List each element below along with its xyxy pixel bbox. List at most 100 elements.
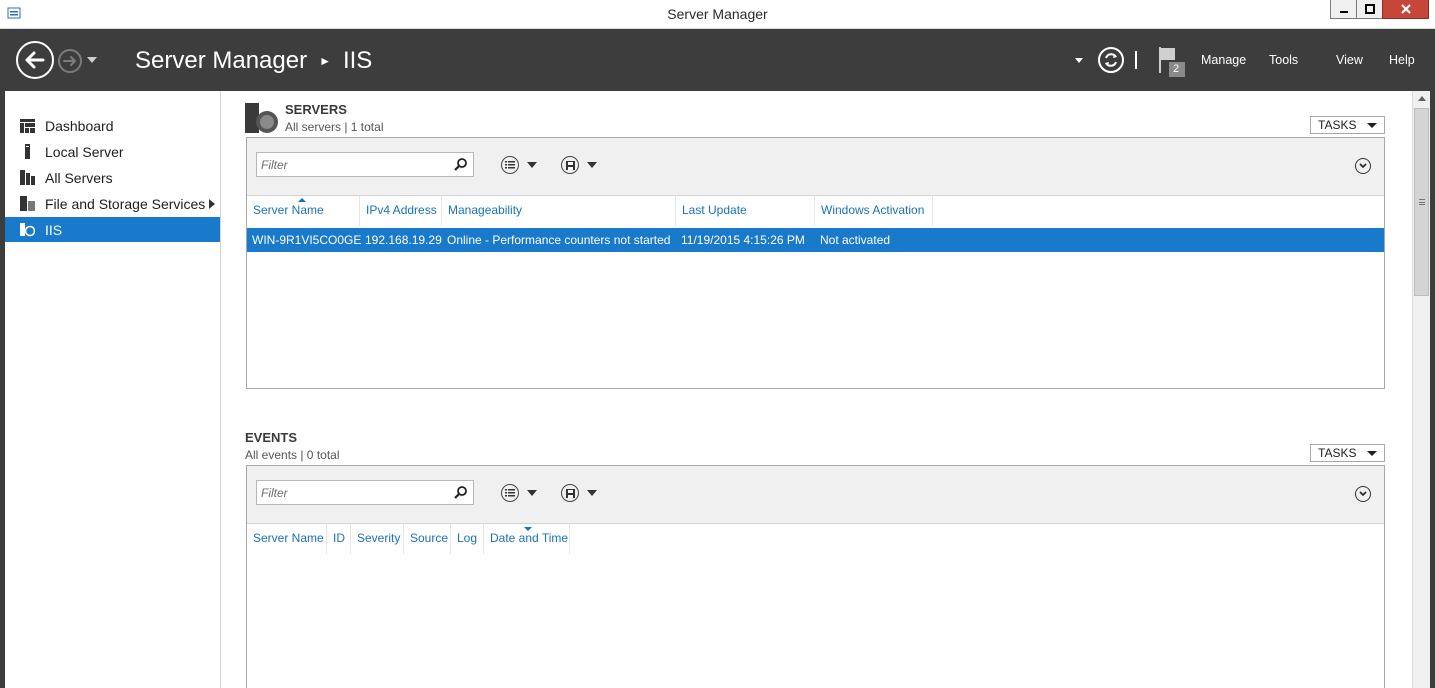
scroll-thumb[interactable] [1414,108,1429,296]
collapse-icon [1359,163,1367,169]
servers-toolbar [247,138,1384,196]
column-log[interactable]: Log [451,524,484,554]
dashboard-icon [20,118,35,133]
search-icon[interactable] [453,157,468,172]
column-id[interactable]: ID [327,524,351,554]
menu-manage[interactable]: Manage [1201,53,1246,67]
main-content: SERVERS All servers | 1 total TASKS Filt… [222,91,1412,688]
sidebar-item-local-server[interactable]: Local Server [5,139,220,164]
servers-filter-input[interactable] [257,153,447,176]
maximize-button[interactable] [1356,0,1383,19]
app-header: Server Manager ► IIS 2 Manage Tools View… [5,29,1430,91]
scroll-up-arrow-icon[interactable] [1418,96,1426,101]
column-severity[interactable]: Severity [351,524,404,554]
column-label: Last Update [682,203,747,217]
column-server-name[interactable]: Server Name [247,524,327,554]
window-titlebar: Server Manager [0,0,1435,29]
menu-view[interactable]: View [1336,53,1363,67]
window-border-right [1430,29,1435,688]
servers-list-options-button[interactable] [501,155,541,175]
column-label: Server Name [253,531,324,545]
servers-column-headers: Server Name IPv4 Address Manageability L… [247,196,1384,226]
collapse-icon [1359,491,1367,497]
column-label: Manageability [448,203,523,217]
tasks-label: TASKS [1318,446,1357,460]
local-server-icon [20,144,35,159]
servers-panel: Server Name IPv4 Address Manageability L… [246,137,1385,389]
back-arrow-icon [25,51,45,69]
grip-icon [1419,199,1425,205]
column-label: Windows Activation [821,203,925,217]
back-button[interactable] [16,41,54,79]
window-title: Server Manager [667,6,768,22]
servers-title: SERVERS [285,102,347,117]
servers-tasks-button[interactable]: TASKS [1310,116,1385,134]
events-panel: Server Name ID Severity Source Log Date … [246,465,1385,688]
chevron-down-icon [587,490,597,496]
column-last-update[interactable]: Last Update [676,196,815,226]
column-manageability[interactable]: Manageability [442,196,676,226]
save-query-icon [561,156,579,174]
notifications-button[interactable]: 2 [1157,45,1187,79]
column-label: IPv4 Address [366,203,437,217]
column-label: Source [410,531,449,545]
iis-icon [20,222,35,237]
events-collapse-button[interactable] [1355,486,1371,502]
events-tasks-button[interactable]: TASKS [1310,444,1385,462]
expand-arrow-icon[interactable] [209,199,215,209]
events-filter-input[interactable] [257,481,447,504]
vertical-scrollbar[interactable] [1412,91,1430,688]
forward-arrow-icon [63,56,76,66]
servers-section-icon [245,103,278,133]
events-list-options-button[interactable] [501,483,541,503]
servers-save-query-button[interactable] [561,155,601,175]
servers-filter [256,152,474,177]
breadcrumb: Server Manager ► IIS [135,47,372,75]
history-dropdown[interactable] [87,57,97,63]
all-servers-icon [20,170,35,185]
search-icon[interactable] [453,485,468,500]
menu-help[interactable]: Help [1389,53,1415,67]
column-date-time[interactable]: Date and Time [484,524,570,554]
menu-tools[interactable]: Tools [1269,53,1298,67]
refresh-dropdown[interactable] [1075,58,1083,63]
breadcrumb-root[interactable]: Server Manager [135,47,307,75]
events-filter [256,480,474,505]
sidebar-item-all-servers[interactable]: All Servers [5,165,220,190]
servers-collapse-button[interactable] [1355,158,1371,174]
column-label: Log [457,531,478,545]
chevron-down-icon [1367,451,1377,456]
sidebar-item-label: IIS [45,221,63,238]
events-title: EVENTS [245,430,298,445]
sidebar-item-iis[interactable]: IIS [5,217,220,242]
column-ipv4[interactable]: IPv4 Address [360,196,442,226]
maximize-icon [1364,4,1375,14]
list-options-icon [501,484,519,502]
column-label: Server Name [253,203,324,217]
events-save-query-button[interactable] [561,483,601,503]
list-options-icon [501,156,519,174]
tasks-label: TASKS [1318,118,1357,132]
chevron-down-icon [527,490,537,496]
events-subtitle: All events | 0 total [245,448,340,462]
sidebar-item-dashboard[interactable]: Dashboard [5,113,220,138]
chevron-down-icon [587,162,597,168]
forward-button[interactable] [58,49,82,73]
sidebar-item-label: File and Storage Services [45,195,206,212]
close-button[interactable] [1382,0,1429,19]
minimize-button[interactable] [1330,0,1357,19]
sidebar-item-file-storage[interactable]: File and Storage Services [5,191,220,216]
sidebar-item-label: All Servers [45,169,113,186]
sidebar-item-label: Dashboard [45,117,114,134]
column-windows-activation[interactable]: Windows Activation [815,196,933,226]
sort-ascending-icon [298,198,306,202]
cell-ipv4: 192.168.19.29 [365,233,442,247]
column-source[interactable]: Source [404,524,451,554]
sort-descending-icon [524,527,532,531]
column-server-name[interactable]: Server Name [247,196,360,226]
table-row[interactable]: WIN-9R1VI5CO0GE 192.168.19.29 Online - P… [247,228,1384,252]
refresh-button[interactable] [1098,47,1124,73]
column-label: Severity [357,531,401,545]
refresh-icon [1105,53,1117,67]
flag-icon [1159,47,1185,77]
